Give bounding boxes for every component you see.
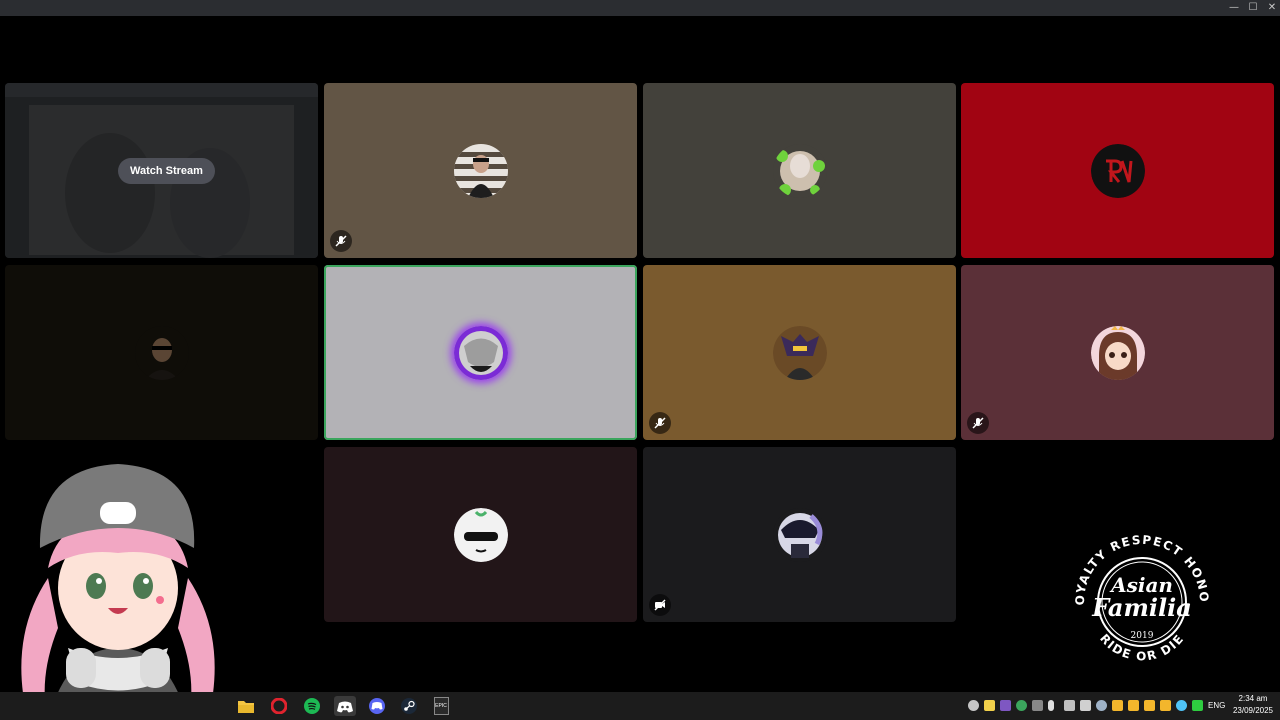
mic-muted-icon	[967, 412, 989, 434]
tray-app-icon[interactable]	[1032, 700, 1043, 711]
spotify-icon[interactable]	[301, 696, 323, 716]
avatar	[1090, 325, 1145, 380]
steam-icon[interactable]	[398, 696, 420, 716]
avatar	[772, 325, 827, 380]
tray-app-icon[interactable]	[1128, 700, 1139, 711]
asian-familia-logo: LOYALTY RESPECT HONOR RIDE OR DIE Asian …	[1070, 532, 1210, 663]
tray-app-icon[interactable]	[1112, 700, 1123, 711]
volume-icon[interactable]	[1080, 700, 1091, 711]
avatar	[453, 325, 508, 380]
avatar	[453, 143, 508, 198]
discord-icon[interactable]	[334, 696, 356, 716]
discord-icon[interactable]	[366, 696, 388, 716]
steam-tray-icon[interactable]	[1096, 700, 1107, 711]
avatar	[1090, 143, 1145, 198]
tray-app-icon[interactable]	[1016, 700, 1027, 711]
mic-muted-icon	[330, 230, 352, 252]
logo-year: 2019	[1131, 631, 1154, 641]
watch-stream-button[interactable]: Watch Stream	[118, 158, 215, 184]
participant-tile-5[interactable]	[324, 265, 637, 440]
stream-tile[interactable]: Watch Stream	[5, 83, 318, 258]
network-icon[interactable]	[1064, 700, 1075, 711]
epic-games-icon[interactable]: EPIC	[430, 696, 452, 716]
participant-tile-6[interactable]	[643, 265, 956, 440]
camera-off-icon	[649, 594, 671, 616]
logo-title-line2: Familia	[1091, 593, 1192, 622]
avatar	[772, 143, 827, 198]
tray-app-icon[interactable]	[968, 700, 979, 711]
clock-date[interactable]: 23/09/2025	[1230, 706, 1276, 715]
tray-app-icon[interactable]	[1000, 700, 1011, 711]
epic-label: EPIC	[433, 697, 449, 715]
taskbar: EPIC ENG 2:34 am 23/09/2025	[0, 692, 1280, 720]
mic-muted-icon	[649, 412, 671, 434]
microphone-icon[interactable]	[1048, 700, 1054, 711]
vtuber-avatar-overlay	[21, 464, 215, 720]
avatar	[772, 507, 827, 562]
participant-tile-4[interactable]	[5, 265, 318, 440]
language-indicator[interactable]: ENG	[1208, 701, 1225, 710]
tray-app-icon[interactable]	[984, 700, 995, 711]
tray-app-icon[interactable]	[1160, 700, 1171, 711]
participant-tile-8[interactable]	[324, 447, 637, 622]
participant-tile-7[interactable]	[961, 265, 1274, 440]
tray-app-icon[interactable]	[1176, 700, 1187, 711]
minimize-icon[interactable]: —	[1224, 0, 1244, 16]
avatar	[134, 325, 189, 380]
opera-icon[interactable]	[268, 696, 290, 716]
file-explorer-icon[interactable]	[235, 696, 257, 716]
participant-tile-3[interactable]	[961, 83, 1274, 258]
battery-icon[interactable]	[1192, 700, 1203, 711]
participant-tile-2[interactable]	[643, 83, 956, 258]
avatar	[453, 507, 508, 562]
participant-tile-1[interactable]	[324, 83, 637, 258]
tray-app-icon[interactable]	[1144, 700, 1155, 711]
participant-tile-9[interactable]	[643, 447, 956, 622]
close-icon[interactable]: ✕	[1262, 0, 1280, 16]
clock-time[interactable]: 2:34 am	[1232, 694, 1274, 703]
maximize-icon[interactable]: ☐	[1243, 0, 1263, 16]
title-bar: — ☐ ✕	[0, 0, 1280, 16]
